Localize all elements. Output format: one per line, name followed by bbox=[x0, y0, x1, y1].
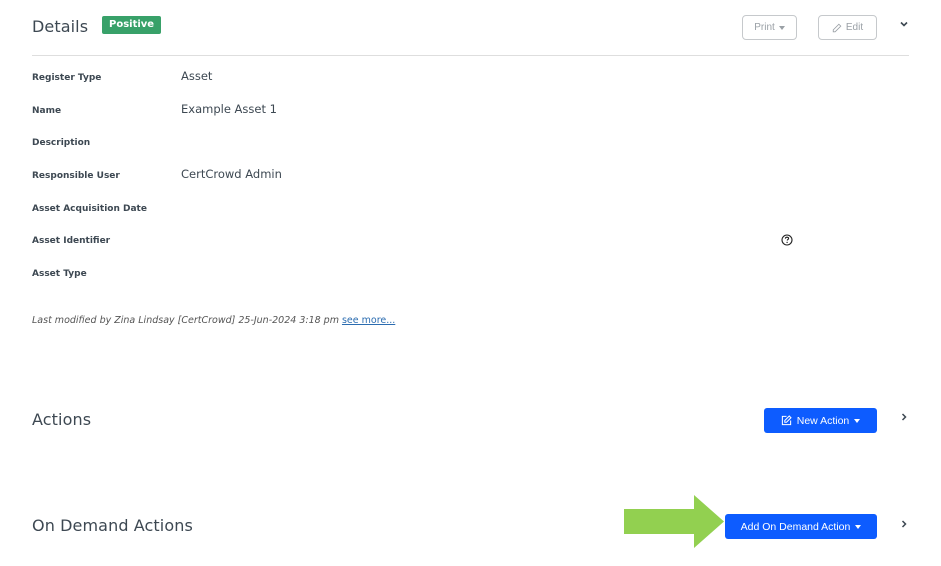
edit-button[interactable]: Edit bbox=[818, 15, 877, 40]
field-label-asset-acquisition-date: Asset Acquisition Date bbox=[32, 204, 147, 214]
last-modified-text: Last modified by Zina Lindsay [CertCrowd… bbox=[32, 315, 339, 326]
new-action-label: New Action bbox=[796, 414, 850, 427]
field-value-name: Example Asset 1 bbox=[181, 102, 277, 116]
add-on-demand-action-label: Add On Demand Action bbox=[740, 520, 851, 533]
caret-down-icon bbox=[778, 25, 785, 30]
caret-down-icon bbox=[854, 418, 861, 423]
field-value-responsible-user: CertCrowd Admin bbox=[181, 167, 282, 181]
field-label-description: Description bbox=[32, 138, 91, 148]
field-label-responsible-user: Responsible User bbox=[32, 171, 120, 181]
details-header: Details Positive Print Edit bbox=[32, 0, 909, 56]
edit-square-icon bbox=[781, 415, 792, 426]
annotation-arrow-icon bbox=[624, 495, 724, 548]
edit-button-label: Edit bbox=[845, 22, 864, 33]
see-more-link[interactable]: see more... bbox=[342, 315, 395, 326]
field-value-register-type: Asset bbox=[181, 69, 213, 83]
print-button-label: Print bbox=[754, 22, 775, 33]
chevron-right-icon[interactable] bbox=[899, 519, 909, 529]
last-modified-info: Last modified by Zina Lindsay [CertCrowd… bbox=[32, 315, 395, 326]
field-label-asset-identifier: Asset Identifier bbox=[32, 236, 111, 246]
on-demand-actions-title: On Demand Actions bbox=[32, 516, 193, 535]
details-title: Details bbox=[32, 17, 89, 36]
chevron-down-icon[interactable] bbox=[898, 18, 910, 30]
field-label-asset-type: Asset Type bbox=[32, 269, 87, 279]
field-label-name: Name bbox=[32, 106, 62, 116]
status-badge: Positive bbox=[102, 16, 162, 34]
new-action-button[interactable]: New Action bbox=[764, 408, 877, 433]
actions-title: Actions bbox=[32, 410, 92, 429]
help-icon[interactable] bbox=[781, 234, 793, 246]
print-button[interactable]: Print bbox=[742, 15, 797, 40]
field-label-register-type: Register Type bbox=[32, 73, 102, 83]
pencil-icon bbox=[832, 23, 842, 32]
caret-down-icon bbox=[855, 524, 862, 529]
chevron-right-icon[interactable] bbox=[899, 412, 909, 422]
add-on-demand-action-button[interactable]: Add On Demand Action bbox=[725, 514, 877, 539]
